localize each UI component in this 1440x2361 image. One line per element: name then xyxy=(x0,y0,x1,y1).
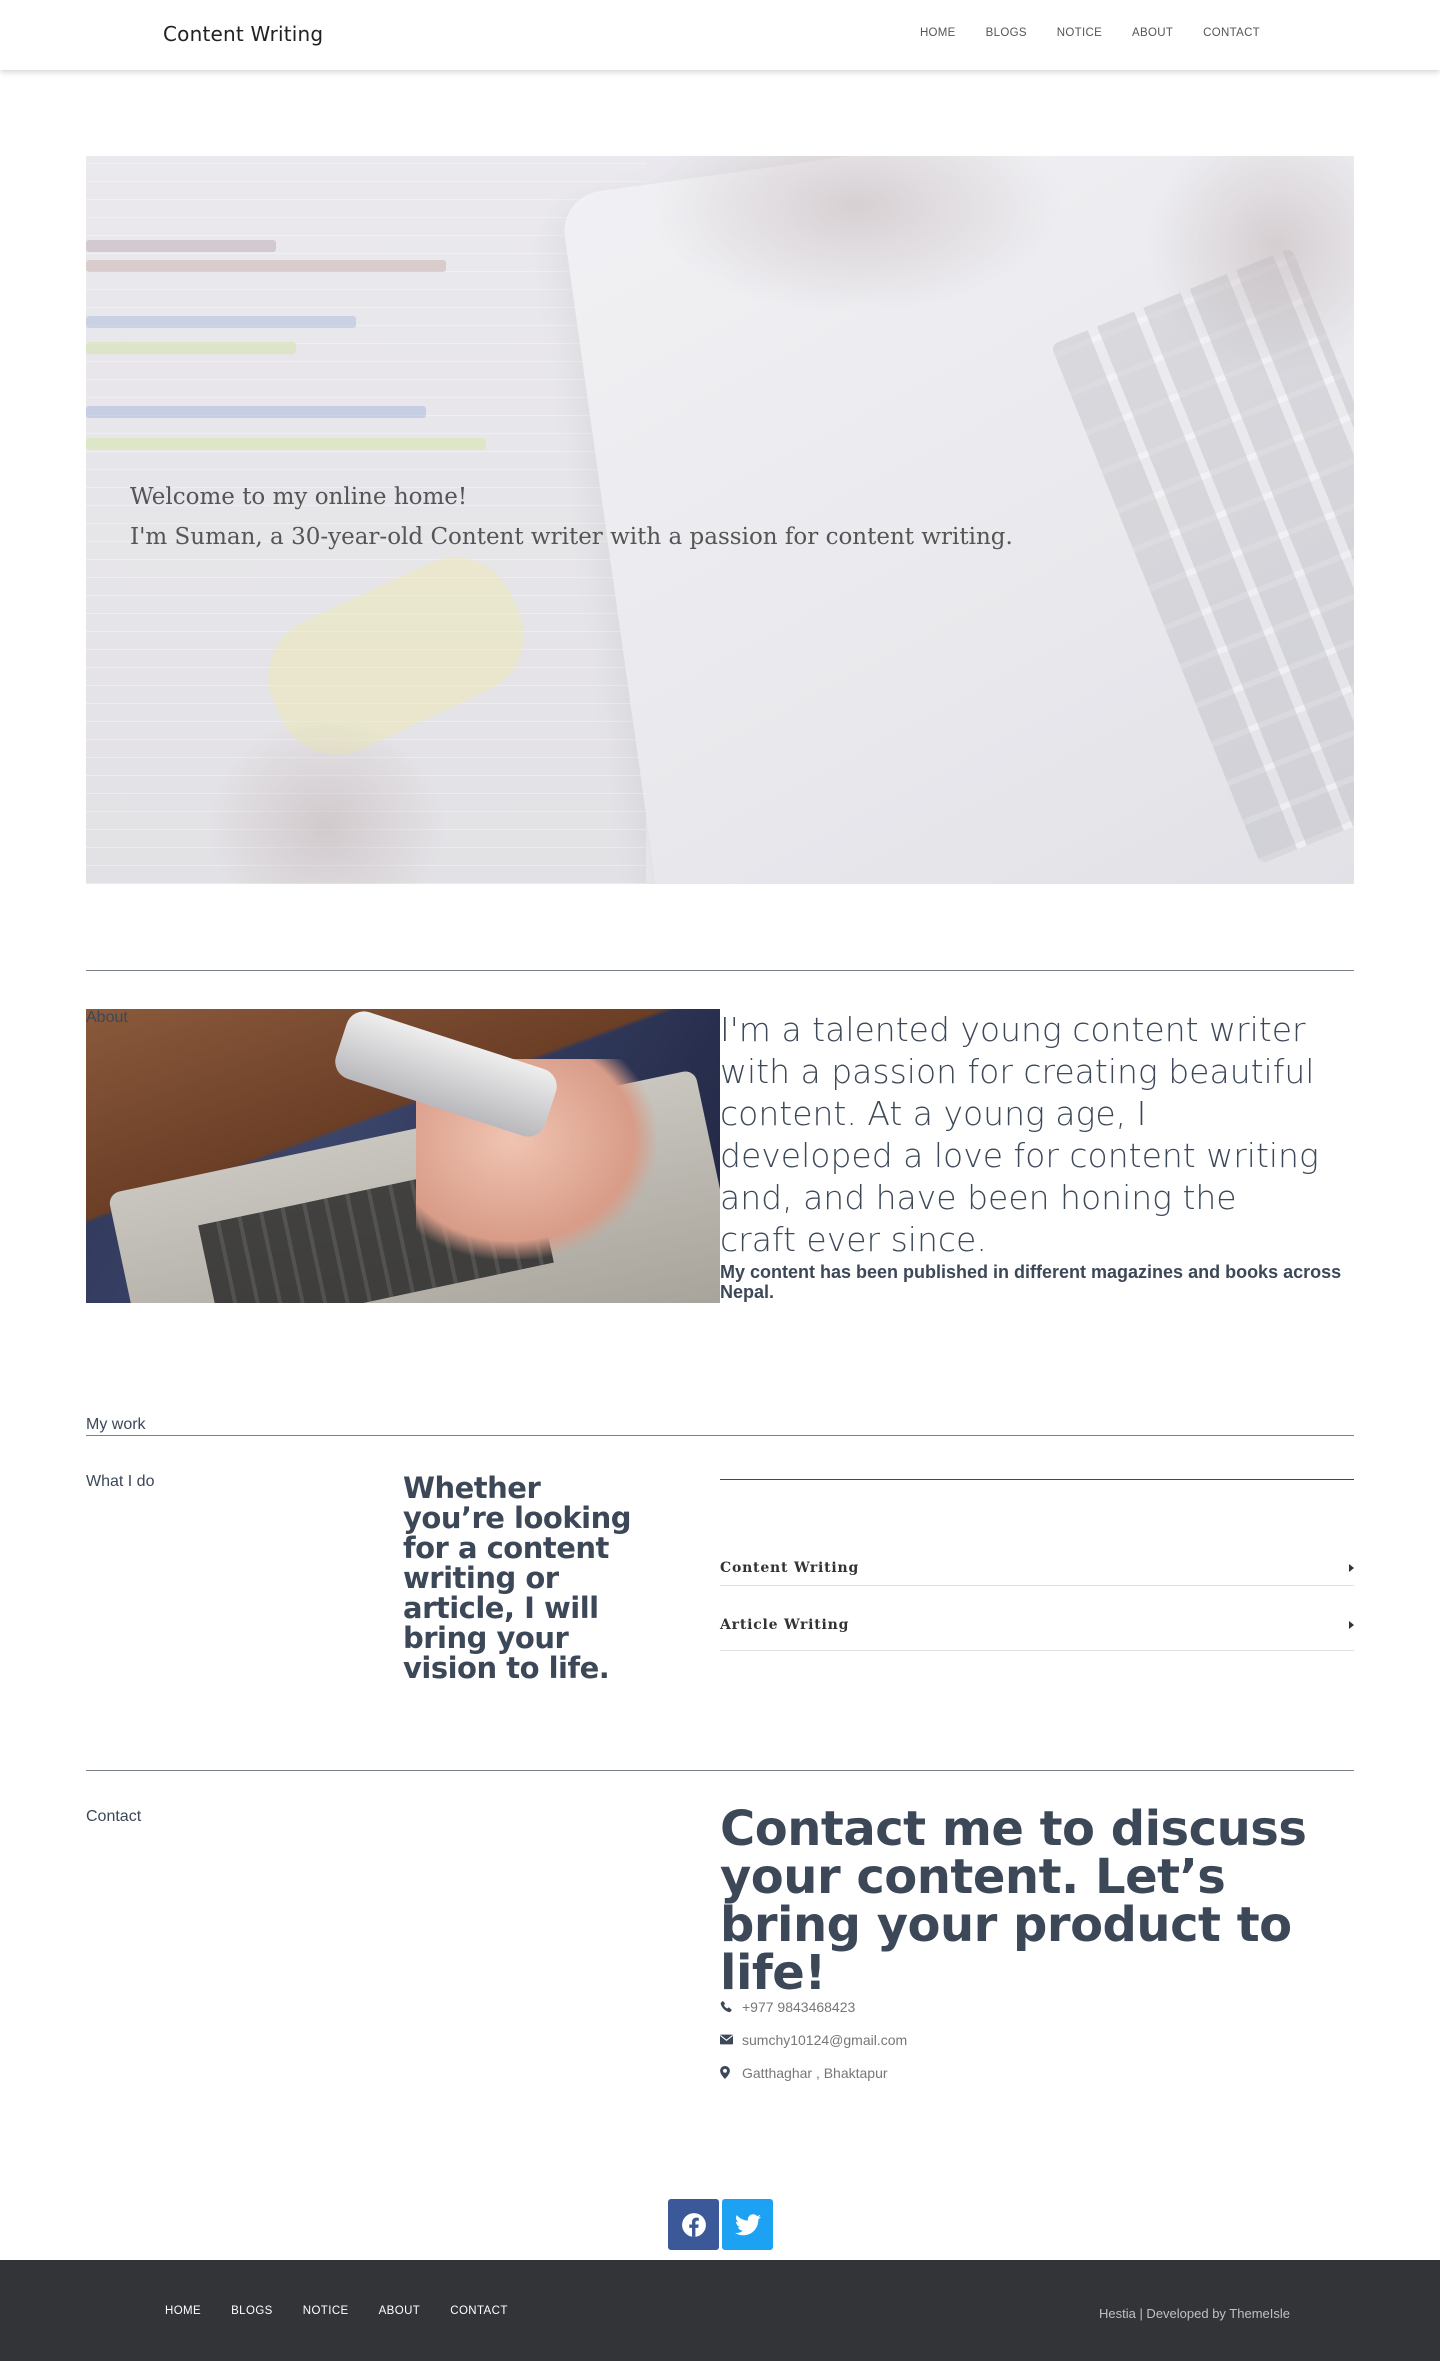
hero-title: Welcome to my online home! xyxy=(130,484,468,510)
site-header: Content Writing HOME BLOGS NOTICE ABOUT … xyxy=(0,0,1440,70)
nav-notice[interactable]: NOTICE xyxy=(1042,27,1117,39)
nav-home[interactable]: HOME xyxy=(905,27,971,39)
about-label: About xyxy=(86,1009,128,1026)
contact-heading: Contact me to discuss your content. Let’… xyxy=(720,1801,1307,2001)
hero-banner: Welcome to my online home! I'm Suman, a … xyxy=(86,156,1354,884)
nav-about[interactable]: ABOUT xyxy=(1117,27,1188,39)
contact-label: Contact xyxy=(86,1808,142,1825)
caret-right-icon xyxy=(1349,1563,1354,1572)
footer-nav: HOME BLOGS NOTICE ABOUT CONTACT xyxy=(150,2305,523,2317)
contact-phone-text: +977 9843468423 xyxy=(742,1998,856,2015)
site-brand[interactable]: Content Writing xyxy=(163,22,323,46)
footer-nav-home[interactable]: HOME xyxy=(150,2305,216,2317)
facebook-icon xyxy=(681,2212,706,2237)
footer-nav-notice[interactable]: NOTICE xyxy=(288,2305,364,2317)
footer-nav-about[interactable]: ABOUT xyxy=(364,2305,436,2317)
twitter-icon xyxy=(734,2213,761,2235)
nav-blogs[interactable]: BLOGS xyxy=(971,27,1042,39)
what-i-do-label: What I do xyxy=(86,1473,155,1490)
phone-icon xyxy=(720,2000,742,2013)
contact-phone[interactable]: +977 9843468423 xyxy=(720,1990,907,2023)
contact-address: Gatthaghar , Bhaktapur xyxy=(720,2056,907,2089)
section-divider xyxy=(86,1435,1354,1436)
accordion-title: Content Writing xyxy=(720,1559,860,1576)
main-nav: HOME BLOGS NOTICE ABOUT CONTACT xyxy=(905,27,1275,39)
envelope-icon xyxy=(720,2034,742,2045)
contact-email-text: sumchy10124@gmail.com xyxy=(742,2031,908,2048)
contact-address-text: Gatthaghar , Bhaktapur xyxy=(742,2064,888,2081)
contact-email[interactable]: sumchy10124@gmail.com xyxy=(720,2023,907,2056)
accordion-item-content-writing[interactable]: Content Writing xyxy=(720,1480,1354,1586)
nav-contact[interactable]: CONTACT xyxy=(1188,27,1275,39)
footer-nav-contact[interactable]: CONTACT xyxy=(435,2305,523,2317)
services-accordion: Content Writing Article Writing xyxy=(720,1479,1354,1651)
about-image xyxy=(86,1009,720,1303)
section-divider xyxy=(86,970,1354,971)
contact-list: +977 9843468423 sumchy10124@gmail.com Ga… xyxy=(720,1990,907,2089)
work-label: My work xyxy=(86,1416,146,1433)
footer-nav-blogs[interactable]: BLOGS xyxy=(216,2305,288,2317)
twitter-button[interactable] xyxy=(722,2199,773,2250)
map-marker-icon xyxy=(720,2066,742,2079)
work-heading: Whether you’re looking for a content wri… xyxy=(403,1471,631,1685)
social-buttons xyxy=(668,2199,773,2250)
hero-subtitle: I'm Suman, a 30-year-old Content writer … xyxy=(130,524,1013,550)
about-heading: I'm a talented young content writer with… xyxy=(720,1010,1319,1259)
facebook-button[interactable] xyxy=(668,2199,719,2250)
section-divider xyxy=(86,1770,1354,1771)
accordion-item-article-writing[interactable]: Article Writing xyxy=(720,1586,1354,1651)
site-footer: HOME BLOGS NOTICE ABOUT CONTACT Hestia |… xyxy=(0,2260,1440,2361)
hero-text: Welcome to my online home! I'm Suman, a … xyxy=(130,484,1013,550)
accordion-title: Article Writing xyxy=(720,1617,850,1633)
footer-credit[interactable]: Hestia | Developed by ThemeIsle xyxy=(1099,2306,1290,2321)
about-body: My content has been published in differe… xyxy=(720,1262,1342,1302)
caret-right-icon xyxy=(1349,1621,1354,1629)
